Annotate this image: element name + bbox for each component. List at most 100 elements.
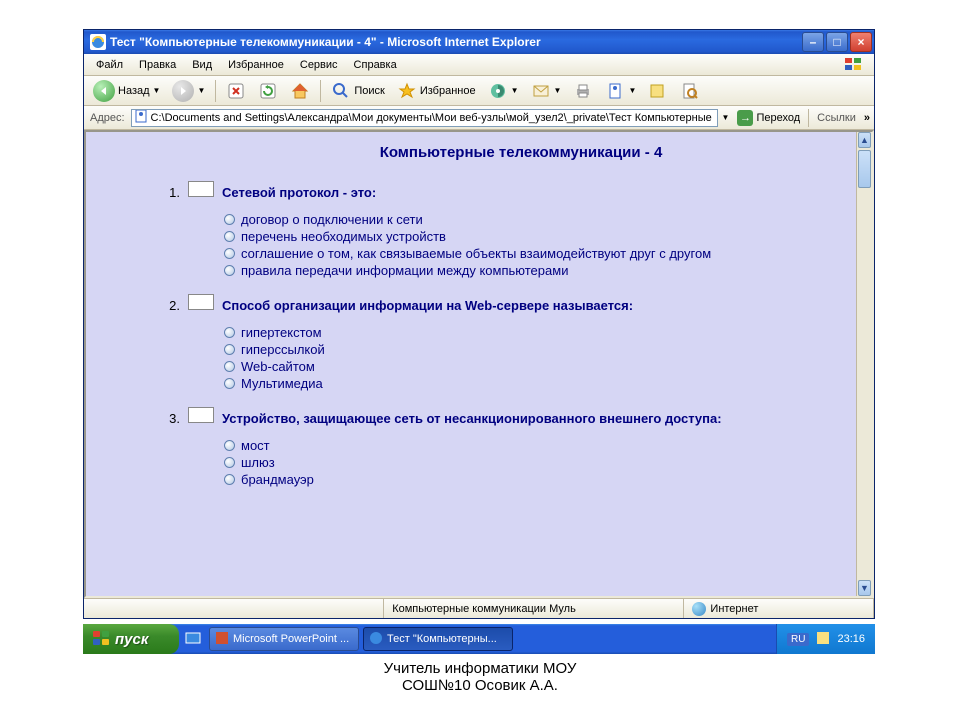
q2-score-box[interactable]	[188, 294, 214, 310]
task-powerpoint[interactable]: Microsoft PowerPoint ...	[209, 627, 359, 651]
system-tray: RU 23:16	[776, 624, 875, 654]
refresh-button[interactable]	[253, 79, 283, 103]
go-label: Переход	[756, 112, 800, 124]
radio-icon[interactable]	[224, 344, 235, 355]
question-3: 3. Устройство, защищающее сеть от несанк…	[206, 407, 836, 487]
media-button[interactable]: ▼	[483, 79, 524, 103]
scroll-up-icon[interactable]: ▲	[858, 132, 871, 148]
q1-score-box[interactable]	[188, 181, 214, 197]
radio-icon[interactable]	[224, 265, 235, 276]
q2-opt1: гипертекстом	[241, 325, 322, 340]
radio-icon[interactable]	[224, 231, 235, 242]
status-doc: Компьютерные коммуникации Муль	[384, 599, 684, 618]
titlebar[interactable]: Тест "Компьютерные телекоммуникации - 4"…	[84, 30, 874, 54]
footer-line1: Учитель информатики МОУ	[0, 660, 960, 677]
stop-button[interactable]	[221, 79, 251, 103]
radio-icon[interactable]	[224, 378, 235, 389]
quicklaunch	[179, 624, 207, 654]
taskbar: пуск Microsoft PowerPoint ... Тест "Комп…	[83, 624, 875, 654]
clock[interactable]: 23:16	[837, 633, 865, 645]
windows-logo-icon	[93, 631, 111, 647]
scroll-thumb[interactable]	[858, 150, 871, 188]
browser-window: Тест "Компьютерные телекоммуникации - 4"…	[83, 29, 875, 619]
q2-number: 2.	[164, 298, 180, 313]
q1-text: Сетевой протокол - это:	[222, 185, 376, 200]
question-1: 1. Сетевой протокол - это: договор о под…	[206, 181, 836, 278]
start-button[interactable]: пуск	[83, 624, 179, 654]
radio-icon[interactable]	[224, 214, 235, 225]
powerpoint-icon	[215, 631, 229, 648]
favorites-label: Избранное	[420, 85, 476, 97]
lang-indicator[interactable]: RU	[787, 633, 809, 646]
menu-tools[interactable]: Сервис	[292, 57, 346, 73]
favorites-button[interactable]: Избранное	[392, 79, 481, 103]
address-input[interactable]: C:\Documents and Settings\Александра\Мои…	[131, 109, 718, 127]
close-button[interactable]: ×	[850, 32, 872, 52]
edit-button[interactable]: ▼	[600, 79, 641, 103]
task-ie[interactable]: Тест "Компьютерны...	[363, 627, 513, 651]
address-value: C:\Documents and Settings\Александра\Мои…	[151, 112, 712, 124]
question-2: 2. Способ организации информации на Web-…	[206, 294, 836, 391]
q1-opt4: правила передачи информации между компью…	[241, 263, 568, 278]
search-label: Поиск	[354, 85, 384, 97]
address-label: Адрес:	[88, 112, 127, 124]
content-area: Компьютерные телекоммуникации - 4 1. Сет…	[84, 130, 874, 598]
ie-icon	[369, 631, 383, 648]
menu-file[interactable]: Файл	[88, 57, 131, 73]
menu-help[interactable]: Справка	[346, 57, 405, 73]
mail-button[interactable]: ▼	[526, 79, 567, 103]
page-body: Компьютерные телекоммуникации - 4 1. Сет…	[86, 132, 856, 596]
forward-button[interactable]: ▼	[167, 79, 210, 103]
menu-edit[interactable]: Правка	[131, 57, 184, 73]
maximize-button[interactable]: □	[826, 32, 848, 52]
q2-opt3: Web-сайтом	[241, 359, 315, 374]
window-title: Тест "Компьютерные телекоммуникации - 4"…	[110, 35, 802, 49]
start-label: пуск	[115, 631, 148, 648]
links-label[interactable]: Ссылки	[813, 112, 860, 124]
status-zone: Интернет	[710, 603, 758, 615]
radio-icon[interactable]	[224, 248, 235, 259]
q1-number: 1.	[164, 185, 180, 200]
back-button[interactable]: Назад ▼	[88, 79, 165, 103]
radio-icon[interactable]	[224, 361, 235, 372]
radio-icon[interactable]	[224, 440, 235, 451]
minimize-button[interactable]: –	[802, 32, 824, 52]
q3-score-box[interactable]	[188, 407, 214, 423]
statusbar: Компьютерные коммуникации Муль Интернет	[84, 598, 874, 618]
go-button[interactable]: → Переход	[733, 109, 804, 127]
menu-favorites[interactable]: Избранное	[220, 57, 292, 73]
scrollbar[interactable]: ▲ ▼	[856, 132, 872, 596]
toolbar: Назад ▼ ▼ Поиск Избранное ▼ ▼ ▼	[84, 76, 874, 106]
globe-icon	[692, 602, 706, 616]
discuss-button[interactable]	[643, 79, 673, 103]
home-button[interactable]	[285, 79, 315, 103]
tray-icon[interactable]	[817, 632, 829, 647]
radio-icon[interactable]	[224, 327, 235, 338]
q3-number: 3.	[164, 411, 180, 426]
research-button[interactable]	[675, 79, 705, 103]
q2-opt4: Мультимедиа	[241, 376, 323, 391]
address-bar: Адрес: C:\Documents and Settings\Алексан…	[84, 106, 874, 130]
back-label: Назад	[118, 85, 150, 97]
scroll-down-icon[interactable]: ▼	[858, 580, 871, 596]
ie-icon	[90, 34, 106, 50]
q3-text: Устройство, защищающее сеть от несанкцио…	[222, 411, 722, 426]
show-desktop-icon[interactable]	[185, 630, 201, 649]
q2-text: Способ организации информации на Web-сер…	[222, 298, 633, 313]
footer-line2: СОШ№10 Осовик А.А.	[0, 677, 960, 694]
q3-opt3: брандмауэр	[241, 472, 314, 487]
radio-icon[interactable]	[224, 457, 235, 468]
page-icon	[134, 109, 148, 126]
print-button[interactable]	[568, 79, 598, 103]
windows-flag-icon	[842, 56, 866, 74]
search-button[interactable]: Поиск	[326, 79, 389, 103]
q3-opt1: мост	[241, 438, 270, 453]
q1-opt1: договор о подключении к сети	[241, 212, 423, 227]
menubar: Файл Правка Вид Избранное Сервис Справка	[84, 54, 874, 76]
q1-opt3: соглашение о том, как связываемые объект…	[241, 246, 711, 261]
page-title: Компьютерные телекоммуникации - 4	[206, 144, 836, 161]
task-powerpoint-label: Microsoft PowerPoint ...	[233, 633, 349, 645]
menu-view[interactable]: Вид	[184, 57, 220, 73]
q3-opt2: шлюз	[241, 455, 275, 470]
radio-icon[interactable]	[224, 474, 235, 485]
